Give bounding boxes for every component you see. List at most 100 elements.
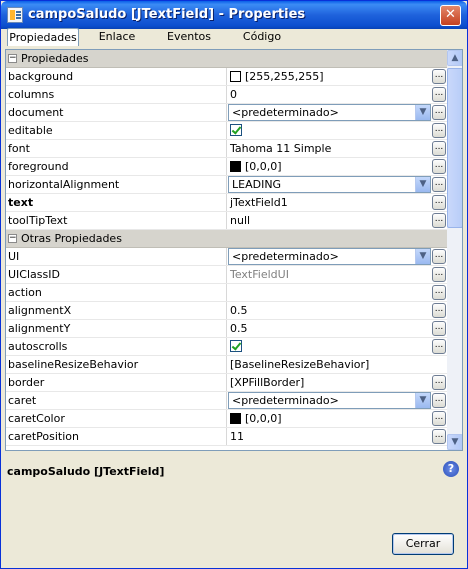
property-row-alignment-x[interactable]: alignmentX 0.5... bbox=[6, 302, 447, 320]
chevron-down-icon[interactable]: ▼ bbox=[415, 393, 430, 408]
property-sheet-scrollbar[interactable]: ▲ ▼ bbox=[447, 50, 462, 450]
property-value[interactable]: [0,0,0] bbox=[228, 158, 430, 175]
property-row-columns[interactable]: columns 0... bbox=[6, 86, 447, 104]
property-row-uiclass-id[interactable]: UIClassID TextFieldUI... bbox=[6, 266, 447, 284]
property-row-caret-position[interactable]: caretPosition 11... bbox=[6, 428, 447, 446]
property-row-editable[interactable]: editable... bbox=[6, 122, 447, 140]
property-value[interactable] bbox=[228, 284, 430, 301]
scroll-down-button[interactable]: ▼ bbox=[447, 434, 462, 450]
property-row-document[interactable]: document <predeterminado> ▼... bbox=[6, 104, 447, 122]
property-name: alignmentY bbox=[6, 320, 227, 337]
close-button[interactable]: Cerrar bbox=[392, 533, 454, 555]
property-value[interactable]: jTextField1 bbox=[228, 194, 430, 211]
checkbox-checked-icon[interactable] bbox=[230, 340, 242, 352]
property-value[interactable] bbox=[228, 338, 430, 355]
ellipsis-button[interactable]: ... bbox=[432, 429, 446, 444]
property-name: alignmentX bbox=[6, 302, 227, 319]
ellipsis-button[interactable]: ... bbox=[432, 123, 446, 138]
chevron-down-icon[interactable]: ▼ bbox=[415, 177, 430, 192]
property-value[interactable]: [255,255,255] bbox=[228, 68, 430, 85]
color-swatch bbox=[230, 413, 241, 424]
description-pane: campoSaludo [JTextField] ? Cerrar bbox=[5, 453, 463, 565]
color-value: [0,0,0] bbox=[245, 160, 282, 173]
property-row-baseline-resize-behavior[interactable]: baselineResizeBehavior [BaselineResizeBeh… bbox=[6, 356, 447, 374]
collapse-icon[interactable]: − bbox=[8, 234, 17, 243]
property-name: font bbox=[6, 140, 227, 157]
combo-value: <predeterminado> bbox=[232, 250, 339, 263]
ellipsis-button[interactable]: ... bbox=[432, 249, 446, 264]
ellipsis-button[interactable]: ... bbox=[432, 411, 446, 426]
ellipsis-button[interactable]: ... bbox=[432, 321, 446, 336]
tab-propiedades[interactable]: Propiedades bbox=[7, 28, 79, 46]
ellipsis-button[interactable]: ... bbox=[432, 285, 446, 300]
ellipsis-button[interactable]: ... bbox=[432, 141, 446, 156]
property-row-background[interactable]: background [255,255,255]... bbox=[6, 68, 447, 86]
property-name: background bbox=[6, 68, 227, 85]
property-row-tool-tip-text[interactable]: toolTipText null... bbox=[6, 212, 447, 230]
property-name: horizontalAlignment bbox=[6, 176, 227, 193]
property-row-action[interactable]: action... bbox=[6, 284, 447, 302]
chevron-down-icon[interactable]: ▼ bbox=[415, 249, 430, 264]
property-row-text[interactable]: text jTextField1... bbox=[6, 194, 447, 212]
property-value[interactable]: [BaselineResizeBehavior] bbox=[228, 356, 430, 373]
ellipsis-button[interactable]: ... bbox=[432, 87, 446, 102]
property-value[interactable]: null bbox=[228, 212, 430, 229]
property-row-caret[interactable]: caret <predeterminado> ▼... bbox=[6, 392, 447, 410]
collapse-icon[interactable]: − bbox=[8, 54, 17, 63]
property-value-combo[interactable]: LEADING ▼ bbox=[228, 176, 431, 193]
property-name: UIClassID bbox=[6, 266, 227, 283]
ellipsis-button[interactable]: ... bbox=[432, 375, 446, 390]
property-value-combo[interactable]: <predeterminado> ▼ bbox=[228, 248, 431, 265]
property-name: text bbox=[6, 194, 227, 211]
window-close-button[interactable]: ✕ bbox=[440, 5, 461, 26]
property-name: caret bbox=[6, 392, 227, 409]
ellipsis-button[interactable]: ... bbox=[432, 267, 446, 282]
property-row-foreground[interactable]: foreground [0,0,0]... bbox=[6, 158, 447, 176]
property-name: autoscrolls bbox=[6, 338, 227, 355]
property-name: caretColor bbox=[6, 410, 227, 427]
category-propiedades[interactable]: − Propiedades bbox=[6, 50, 447, 68]
property-name: editable bbox=[6, 122, 227, 139]
ellipsis-button[interactable]: ... bbox=[432, 159, 446, 174]
property-row-border[interactable]: border [XPFillBorder]... bbox=[6, 374, 447, 392]
tab-enlace[interactable]: Enlace bbox=[88, 28, 146, 46]
ellipsis-button[interactable]: ... bbox=[432, 303, 446, 318]
ellipsis-button[interactable]: ... bbox=[432, 213, 446, 228]
chevron-down-icon[interactable]: ▼ bbox=[415, 105, 430, 120]
ellipsis-button[interactable]: ... bbox=[432, 105, 446, 120]
property-value[interactable]: 0.5 bbox=[228, 320, 430, 337]
ellipsis-button[interactable]: ... bbox=[432, 393, 446, 408]
scroll-up-button[interactable]: ▲ bbox=[447, 50, 462, 66]
property-row-autoscrolls[interactable]: autoscrolls... bbox=[6, 338, 447, 356]
ellipsis-button[interactable]: ... bbox=[432, 195, 446, 210]
property-value[interactable]: 0 bbox=[228, 86, 430, 103]
ellipsis-button[interactable]: ... bbox=[432, 69, 446, 84]
checkbox-checked-icon[interactable] bbox=[230, 124, 242, 136]
property-value[interactable]: TextFieldUI bbox=[228, 266, 430, 283]
tab-eventos[interactable]: Eventos bbox=[156, 28, 222, 46]
property-value[interactable]: 0.5 bbox=[228, 302, 430, 319]
property-name: foreground bbox=[6, 158, 227, 175]
category-otras-propiedades[interactable]: − Otras Propiedades bbox=[6, 230, 447, 248]
property-row-horizontal-alignment[interactable]: horizontalAlignment LEADING ▼... bbox=[6, 176, 447, 194]
property-value[interactable]: Tahoma 11 Simple bbox=[228, 140, 430, 157]
property-row-caret-color[interactable]: caretColor [0,0,0]... bbox=[6, 410, 447, 428]
property-value[interactable]: 11 bbox=[228, 428, 430, 445]
ellipsis-button[interactable]: ... bbox=[432, 339, 446, 354]
help-icon[interactable]: ? bbox=[443, 461, 459, 477]
property-value-combo[interactable]: <predeterminado> ▼ bbox=[228, 392, 431, 409]
property-name: UI bbox=[6, 248, 227, 265]
scroll-thumb[interactable] bbox=[447, 68, 462, 228]
property-name: toolTipText bbox=[6, 212, 227, 229]
property-value-combo[interactable]: <predeterminado> ▼ bbox=[228, 104, 431, 121]
title-bar[interactable]: campoSaludo [JTextField] - Properties ✕ bbox=[1, 1, 467, 29]
property-value[interactable] bbox=[228, 122, 430, 139]
property-row-ui[interactable]: UI <predeterminado> ▼... bbox=[6, 248, 447, 266]
property-value[interactable]: [XPFillBorder] bbox=[228, 374, 430, 391]
property-value[interactable]: [0,0,0] bbox=[228, 410, 430, 427]
property-row-alignment-y[interactable]: alignmentY 0.5... bbox=[6, 320, 447, 338]
tab-codigo[interactable]: Código bbox=[232, 28, 292, 46]
ellipsis-button[interactable]: ... bbox=[432, 177, 446, 192]
color-swatch bbox=[230, 71, 241, 82]
property-row-font[interactable]: font Tahoma 11 Simple... bbox=[6, 140, 447, 158]
